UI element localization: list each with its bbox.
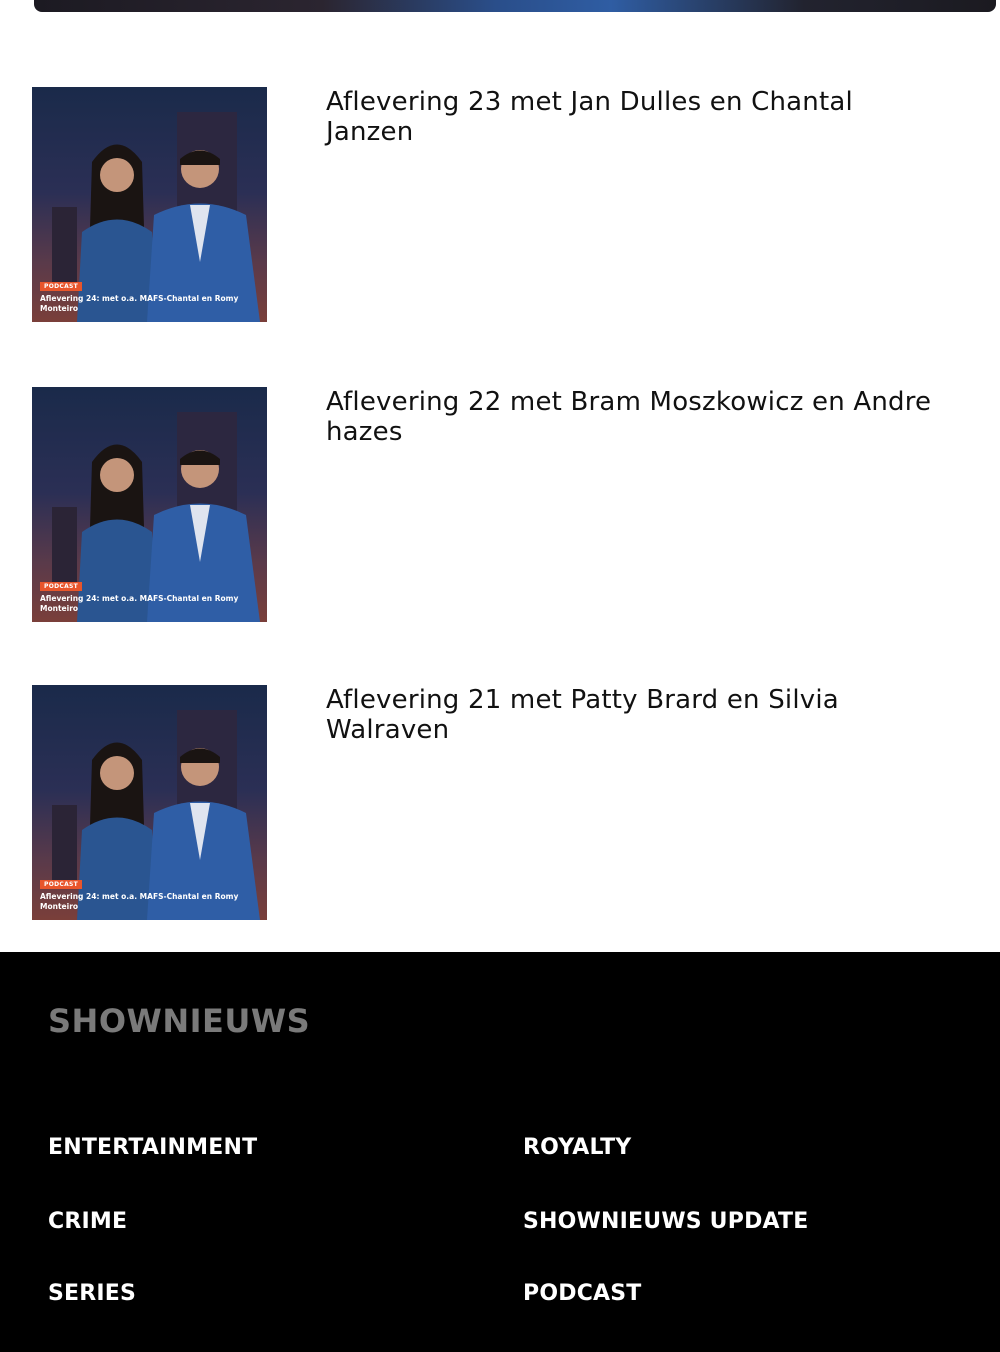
footer-link-series[interactable]: SERIES [48,1281,136,1306]
podcast-tag: PODCAST [40,282,83,291]
footer-link-shownieuws-update[interactable]: SHOWNIEUWS UPDATE [523,1209,809,1234]
thumbnail-caption: Aflevering 24: met o.a. MAFS-Chantal en … [40,294,239,313]
site-footer: SHOWNIEUWS ENTERTAINMENT ROYALTY CRIME S… [0,952,1000,1352]
footer-link-podcast[interactable]: PODCAST [523,1281,642,1306]
podcast-tag: PODCAST [40,880,83,889]
thumbnail-caption: Aflevering 24: met o.a. MAFS-Chantal en … [40,594,239,613]
footer-brand-logo[interactable]: SHOWNIEUWS [48,1002,310,1040]
previous-hero-image[interactable] [34,0,996,12]
footer-link-royalty[interactable]: ROYALTY [523,1135,631,1160]
episode-item[interactable]: PODCAST Aflevering 24: met o.a. MAFS-Cha… [0,685,1000,925]
episode-thumbnail[interactable]: PODCAST Aflevering 24: met o.a. MAFS-Cha… [32,87,267,322]
podcast-tag: PODCAST [40,582,83,591]
episode-title[interactable]: Aflevering 22 met Bram Moszkowicz en And… [326,387,946,447]
footer-link-crime[interactable]: CRIME [48,1209,127,1234]
episode-item[interactable]: PODCAST Aflevering 24: met o.a. MAFS-Cha… [0,387,1000,627]
thumbnail-caption: Aflevering 24: met o.a. MAFS-Chantal en … [40,892,239,911]
episode-title[interactable]: Aflevering 23 met Jan Dulles en Chantal … [326,87,946,147]
episode-item[interactable]: PODCAST Aflevering 24: met o.a. MAFS-Cha… [0,87,1000,327]
episode-thumbnail[interactable]: PODCAST Aflevering 24: met o.a. MAFS-Cha… [32,685,267,920]
episode-thumbnail[interactable]: PODCAST Aflevering 24: met o.a. MAFS-Cha… [32,387,267,622]
footer-link-entertainment[interactable]: ENTERTAINMENT [48,1135,257,1160]
episode-title[interactable]: Aflevering 21 met Patty Brard en Silvia … [326,685,946,745]
